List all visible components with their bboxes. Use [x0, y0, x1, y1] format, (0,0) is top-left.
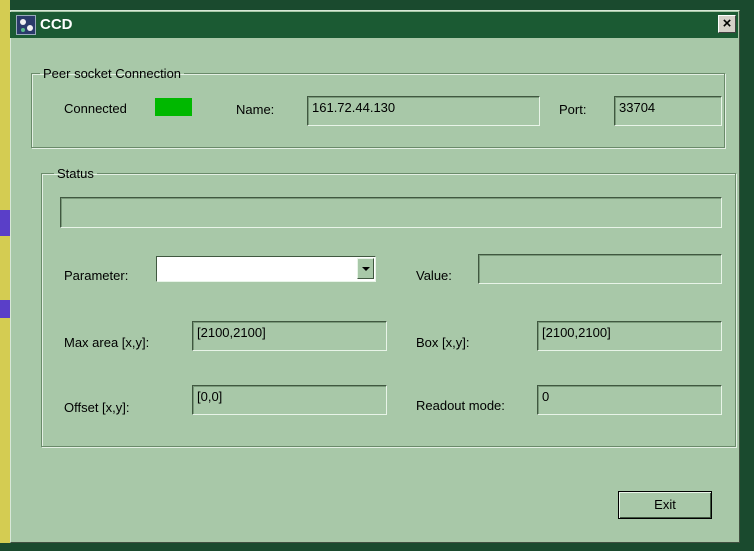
readout-mode-field[interactable]: 0 [537, 385, 722, 415]
offset-field[interactable]: [0,0] [192, 385, 387, 415]
parameter-label: Parameter: [64, 268, 129, 283]
connected-label: Connected [64, 101, 127, 116]
title-bar[interactable]: CCD × [10, 12, 738, 38]
box-label: Box [x,y]: [416, 335, 470, 350]
peer-name-field[interactable]: 161.72.44.130 [307, 96, 540, 126]
port-label: Port: [559, 102, 587, 117]
desktop-background-bottom [0, 543, 754, 551]
desktop-accent-1 [0, 210, 10, 236]
desktop-accent-2 [0, 300, 10, 318]
app-icon [16, 15, 36, 35]
desktop-background-left [0, 0, 10, 551]
max-area-field[interactable]: [2100,2100] [192, 321, 387, 351]
value-label: Value: [416, 268, 452, 283]
window-title: CCD [40, 16, 73, 33]
status-message-field[interactable] [60, 197, 722, 228]
desktop-background-right [740, 0, 754, 551]
connection-status-indicator [155, 98, 192, 116]
name-label: Name: [236, 102, 275, 117]
offset-label: Offset [x,y]: [64, 400, 130, 415]
desktop-background-top [0, 0, 754, 10]
readout-mode-label: Readout mode: [416, 398, 505, 413]
chevron-down-icon[interactable] [357, 258, 374, 279]
max-area-label: Max area [x,y]: [64, 335, 150, 350]
parameter-dropdown[interactable] [156, 256, 376, 282]
port-field[interactable]: 33704 [614, 96, 722, 126]
value-field[interactable] [478, 254, 722, 284]
status-group-label: Status [57, 166, 94, 181]
exit-button[interactable]: Exit [618, 491, 712, 519]
box-field[interactable]: [2100,2100] [537, 321, 722, 351]
close-button[interactable]: × [718, 15, 736, 33]
connection-group-label: Peer socket Connection [43, 66, 182, 81]
